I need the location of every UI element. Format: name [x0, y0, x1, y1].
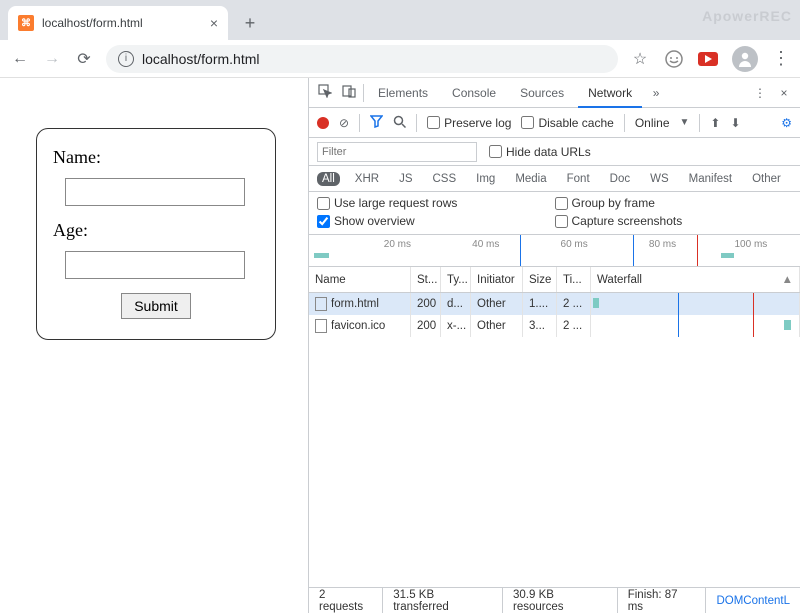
type-manifest[interactable]: Manifest — [684, 172, 737, 186]
file-icon — [315, 297, 327, 311]
tab-elements[interactable]: Elements — [368, 78, 438, 108]
throttle-arrow-icon[interactable]: ▼ — [680, 117, 690, 128]
tab-console[interactable]: Console — [442, 78, 506, 108]
preserve-log-checkbox[interactable]: Preserve log — [427, 116, 511, 130]
status-finish: Finish: 87 ms — [618, 588, 707, 613]
watermark: ApowerREC — [702, 8, 792, 24]
devtools-panel: Elements Console Sources Network » ⋮ × ⊘… — [308, 78, 800, 613]
browser-tab-bar: ⌘ localhost/form.html × + — [0, 0, 800, 40]
age-input[interactable] — [65, 251, 245, 279]
col-status[interactable]: St... — [411, 267, 441, 292]
status-domcontent: DOMContentL — [706, 588, 800, 613]
back-button[interactable]: ← — [10, 50, 30, 68]
col-size[interactable]: Size — [523, 267, 557, 292]
more-tabs-icon[interactable]: » — [646, 86, 666, 100]
form-card: Name: Age: Submit — [36, 128, 276, 340]
col-type[interactable]: Ty... — [441, 267, 471, 292]
status-requests: 2 requests — [309, 588, 383, 613]
tab-network[interactable]: Network — [578, 78, 642, 108]
name-input[interactable] — [65, 178, 245, 206]
tab-title: localhost/form.html — [42, 16, 143, 30]
status-resources: 30.9 KB resources — [503, 588, 618, 613]
submit-button[interactable]: Submit — [121, 293, 191, 319]
site-info-icon[interactable]: i — [118, 51, 134, 67]
extension-icon-1[interactable] — [664, 49, 684, 69]
type-js[interactable]: JS — [394, 172, 417, 186]
type-other[interactable]: Other — [747, 172, 786, 186]
timeline-overview[interactable]: 20 ms 40 ms 60 ms 80 ms 100 ms — [309, 235, 800, 267]
type-xhr[interactable]: XHR — [350, 172, 384, 186]
network-table-body: form.html 200 d... Other 1.... 2 ... fav… — [309, 293, 800, 587]
network-row[interactable]: favicon.ico 200 x-... Other 3... 2 ... — [309, 315, 800, 337]
device-toggle-icon[interactable] — [339, 84, 359, 101]
inspect-icon[interactable] — [315, 84, 335, 101]
status-transferred: 31.5 KB transferred — [383, 588, 503, 613]
ruler-20ms: 20 ms — [384, 239, 411, 250]
forward-button: → — [42, 50, 62, 68]
chrome-menu[interactable]: ⋮ — [772, 48, 790, 69]
large-rows-checkbox[interactable]: Use large request rows — [317, 196, 555, 210]
capture-screenshots-checkbox[interactable]: Capture screenshots — [555, 214, 793, 228]
reload-button[interactable]: ⟳ — [74, 49, 94, 69]
col-initiator[interactable]: Initiator — [471, 267, 523, 292]
xampp-favicon: ⌘ — [18, 15, 34, 31]
search-icon[interactable] — [393, 115, 406, 131]
network-controls: ⊘ Preserve log Disable cache Online ▼ ⬆ … — [309, 108, 800, 138]
extension-icon-2[interactable] — [698, 49, 718, 69]
filter-toggle-icon[interactable] — [370, 115, 383, 131]
new-tab-button[interactable]: + — [236, 9, 264, 37]
devtools-menu-icon[interactable]: ⋮ — [750, 86, 770, 100]
type-all[interactable]: All — [317, 172, 340, 186]
address-bar[interactable]: i localhost/form.html — [106, 45, 618, 73]
network-settings-icon[interactable]: ⚙ — [781, 116, 792, 130]
show-overview-checkbox[interactable]: Show overview — [317, 214, 555, 228]
throttle-select[interactable]: Online — [635, 116, 670, 130]
filter-row: Hide data URLs — [309, 138, 800, 166]
network-options: Use large request rows Group by frame Sh… — [309, 192, 800, 235]
type-doc[interactable]: Doc — [605, 172, 635, 186]
type-img[interactable]: Img — [471, 172, 500, 186]
browser-tab[interactable]: ⌘ localhost/form.html × — [8, 6, 228, 40]
toolbar: ← → ⟳ i localhost/form.html ☆ ⋮ — [0, 40, 800, 78]
ruler-80ms: 80 ms — [649, 239, 676, 250]
record-button[interactable] — [317, 117, 329, 129]
devtools-tabs: Elements Console Sources Network » ⋮ × — [309, 78, 800, 108]
type-font[interactable]: Font — [562, 172, 595, 186]
import-icon[interactable]: ⬆ — [710, 116, 720, 130]
group-frame-checkbox[interactable]: Group by frame — [555, 196, 793, 210]
age-label: Age: — [53, 220, 259, 241]
tab-sources[interactable]: Sources — [510, 78, 574, 108]
ruler-60ms: 60 ms — [561, 239, 588, 250]
close-tab-icon[interactable]: × — [210, 15, 218, 31]
name-label: Name: — [53, 147, 259, 168]
network-status-bar: 2 requests 31.5 KB transferred 30.9 KB r… — [309, 587, 800, 613]
col-time[interactable]: Ti... — [557, 267, 591, 292]
file-icon — [315, 319, 327, 333]
hide-data-urls-checkbox[interactable]: Hide data URLs — [489, 145, 591, 159]
type-ws[interactable]: WS — [645, 172, 674, 186]
page-content: Name: Age: Submit — [0, 78, 308, 613]
disable-cache-checkbox[interactable]: Disable cache — [521, 116, 613, 130]
ruler-100ms: 100 ms — [734, 239, 767, 250]
filter-input[interactable] — [317, 142, 477, 162]
ruler-40ms: 40 ms — [472, 239, 499, 250]
type-media[interactable]: Media — [510, 172, 551, 186]
network-row[interactable]: form.html 200 d... Other 1.... 2 ... — [309, 293, 800, 315]
type-css[interactable]: CSS — [427, 172, 461, 186]
star-icon[interactable]: ☆ — [630, 49, 650, 69]
profile-avatar[interactable] — [732, 46, 758, 72]
col-name[interactable]: Name — [309, 267, 411, 292]
url-text: localhost/form.html — [142, 51, 259, 67]
type-filter-row: All XHR JS CSS Img Media Font Doc WS Man… — [309, 166, 800, 192]
export-icon[interactable]: ⬇ — [730, 116, 740, 130]
col-waterfall[interactable]: Waterfall▲ — [591, 267, 800, 292]
clear-icon[interactable]: ⊘ — [339, 116, 349, 130]
network-table-header: Name St... Ty... Initiator Size Ti... Wa… — [309, 267, 800, 293]
devtools-close-icon[interactable]: × — [774, 86, 794, 100]
